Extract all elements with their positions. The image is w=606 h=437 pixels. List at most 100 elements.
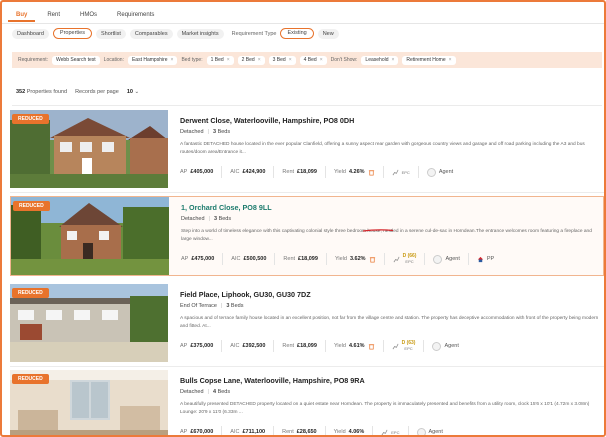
listing-title[interactable]: 1, Orchard Close, PO8 9LL <box>181 203 272 212</box>
reduced-badge: REDUCED <box>12 288 49 298</box>
stat-label: AIC <box>231 256 241 262</box>
stat-epc: D (63) EPC <box>392 340 425 352</box>
subtab-shortlist[interactable]: Shortlist <box>96 28 126 39</box>
meta-separator: | <box>207 129 209 135</box>
sub-nav: Dashboard Properties Shortlist Comparabl… <box>12 28 339 39</box>
filter-requirement-chip[interactable]: Webb Search test <box>52 55 100 65</box>
per-page-select[interactable]: 10 ⌄ <box>127 89 139 95</box>
stat-epc: EPC <box>392 166 419 178</box>
remove-icon[interactable]: × <box>449 56 452 65</box>
stat-yield: Yield 4.06% <box>334 426 374 435</box>
filter-dontshow-chip[interactable]: Leasehold × <box>361 55 399 65</box>
remove-icon[interactable]: × <box>171 56 174 65</box>
listing-photo[interactable]: REDUCED <box>10 284 168 362</box>
requirement-type-existing[interactable]: Existing <box>280 28 314 39</box>
subtab-dashboard[interactable]: Dashboard <box>12 28 49 39</box>
agent-block[interactable]: Agent <box>426 167 454 177</box>
stat-value: 4.26% <box>348 169 365 175</box>
stat-ap: AP £375,000 <box>180 340 223 352</box>
stat-aic: AIC £424,900 <box>230 166 275 178</box>
tab-hmos[interactable]: HMOs <box>72 8 105 22</box>
listing-card[interactable]: REDUCED Derwent Close, Waterlooville, Ha… <box>10 110 604 190</box>
tab-rent[interactable]: Rent <box>39 8 68 22</box>
per-page-label: Records per page <box>75 89 119 95</box>
chip-label: 2 Bed <box>241 56 255 63</box>
stat-aic: AIC £500,500 <box>231 253 276 265</box>
results-summary: 352 Properties found Records per page 10… <box>16 89 139 95</box>
listing-title[interactable]: Field Place, Liphook, GU30, GU30 7DZ <box>180 290 311 299</box>
epc-label: EPC <box>405 259 414 264</box>
listing-photo[interactable]: REDUCED <box>10 110 168 188</box>
remove-icon[interactable]: × <box>392 56 395 65</box>
filter-bed-chip[interactable]: 3 Bed × <box>268 55 296 65</box>
stat-label: AP <box>180 429 188 435</box>
stat-aic: AIC £711,100 <box>230 426 275 435</box>
filter-bed-chip[interactable]: 1 Bed × <box>206 55 234 65</box>
filter-bed-chip[interactable]: 4 Bed × <box>299 55 327 65</box>
beds-count: 4 Beds <box>213 389 230 395</box>
stat-rent: Rent £18,099 <box>283 253 327 265</box>
listing-info: Derwent Close, Waterlooville, Hampshire,… <box>180 110 604 190</box>
remove-icon[interactable]: × <box>320 56 323 65</box>
tab-buy[interactable]: Buy <box>8 8 36 22</box>
stat-rent: Rent £18,099 <box>282 166 326 178</box>
stat-value: £18,099 <box>298 256 318 262</box>
stat-label: AIC <box>230 169 240 175</box>
agent-label: Agent <box>438 169 454 175</box>
beds-number: 3 <box>226 303 230 309</box>
filter-location-chip[interactable]: East Hampshire × <box>127 55 178 65</box>
filter-dontshow-chip[interactable]: Retirement Home × <box>402 55 456 65</box>
listing-title[interactable]: Bulls Copse Lane, Waterlooville, Hampshi… <box>180 376 365 385</box>
agent-avatar-icon <box>433 254 443 264</box>
stat-label: Rent <box>282 429 294 435</box>
listing-description: A beautifully presented DETACHED propert… <box>180 402 590 415</box>
subtab-properties[interactable]: Properties <box>52 28 92 39</box>
tab-requirements[interactable]: Requirements <box>109 8 162 22</box>
listing-card[interactable]: REDUCED Bulls Copse Lane, Waterlooville,… <box>10 370 604 435</box>
trash-icon[interactable] <box>368 343 375 350</box>
listing-description: A spacious and of terrace family house l… <box>180 316 599 329</box>
listing-meta: End Of Terrace | 3 Beds <box>180 303 243 309</box>
property-type: End Of Terrace <box>180 303 217 309</box>
stat-yield: Yield 4.61% <box>334 340 384 352</box>
stat-ap: AP £670,000 <box>180 426 223 435</box>
remove-icon[interactable]: × <box>258 56 261 65</box>
chip-label: 3 Bed <box>272 56 286 63</box>
agent-block[interactable]: Agent <box>416 427 443 435</box>
property-type: Detached <box>180 389 204 395</box>
requirement-type-label: Requirement Type <box>231 30 277 37</box>
listing-card[interactable]: REDUCED 1, Orchard Close, PO8 9LL Detach… <box>10 196 604 276</box>
chart-icon <box>393 256 400 262</box>
results-count-number: 352 <box>16 89 26 95</box>
listing-info: Bulls Copse Lane, Waterlooville, Hampshi… <box>180 370 604 435</box>
chart-icon <box>392 169 399 175</box>
beds-count: 3 Beds <box>213 129 230 135</box>
subtab-comparables[interactable]: Comparables <box>129 28 173 39</box>
trash-icon[interactable] <box>368 169 375 176</box>
row-separator <box>10 192 604 193</box>
listing-photo[interactable]: REDUCED <box>11 197 169 275</box>
stat-label: Yield <box>333 343 346 349</box>
remove-icon[interactable]: × <box>289 56 292 65</box>
remove-icon[interactable]: × <box>227 56 230 65</box>
stat-ap: AP £405,000 <box>180 166 223 178</box>
requirement-type-new[interactable]: New <box>317 28 339 39</box>
filter-bed-chip[interactable]: 2 Bed × <box>237 55 265 65</box>
property-type: Detached <box>181 216 205 222</box>
listing-title[interactable]: Derwent Close, Waterlooville, Hampshire,… <box>180 116 354 125</box>
stat-aic: AIC £392,500 <box>230 340 275 352</box>
listing-photo[interactable]: REDUCED <box>10 370 168 435</box>
agent-block[interactable]: Agent <box>432 341 459 351</box>
stat-value: £18,099 <box>297 169 317 175</box>
stat-yield: Yield 4.26% <box>334 166 384 178</box>
stat-agent: Agent <box>433 253 469 265</box>
pp-block[interactable]: PP <box>477 256 494 263</box>
agent-block[interactable]: Agent <box>433 254 460 264</box>
trash-icon[interactable] <box>369 256 376 263</box>
stat-value: £405,000 <box>190 169 214 175</box>
agent-avatar-icon <box>426 167 436 177</box>
agent-label: Agent <box>445 256 460 262</box>
listing-stats: AP £405,000 AIC £424,900 Rent £18,099 Yield… <box>180 165 604 179</box>
subtab-market-insights[interactable]: Market insights <box>176 28 224 39</box>
listing-card[interactable]: REDUCED Field Place, Liphook, GU30, GU30… <box>10 284 604 364</box>
